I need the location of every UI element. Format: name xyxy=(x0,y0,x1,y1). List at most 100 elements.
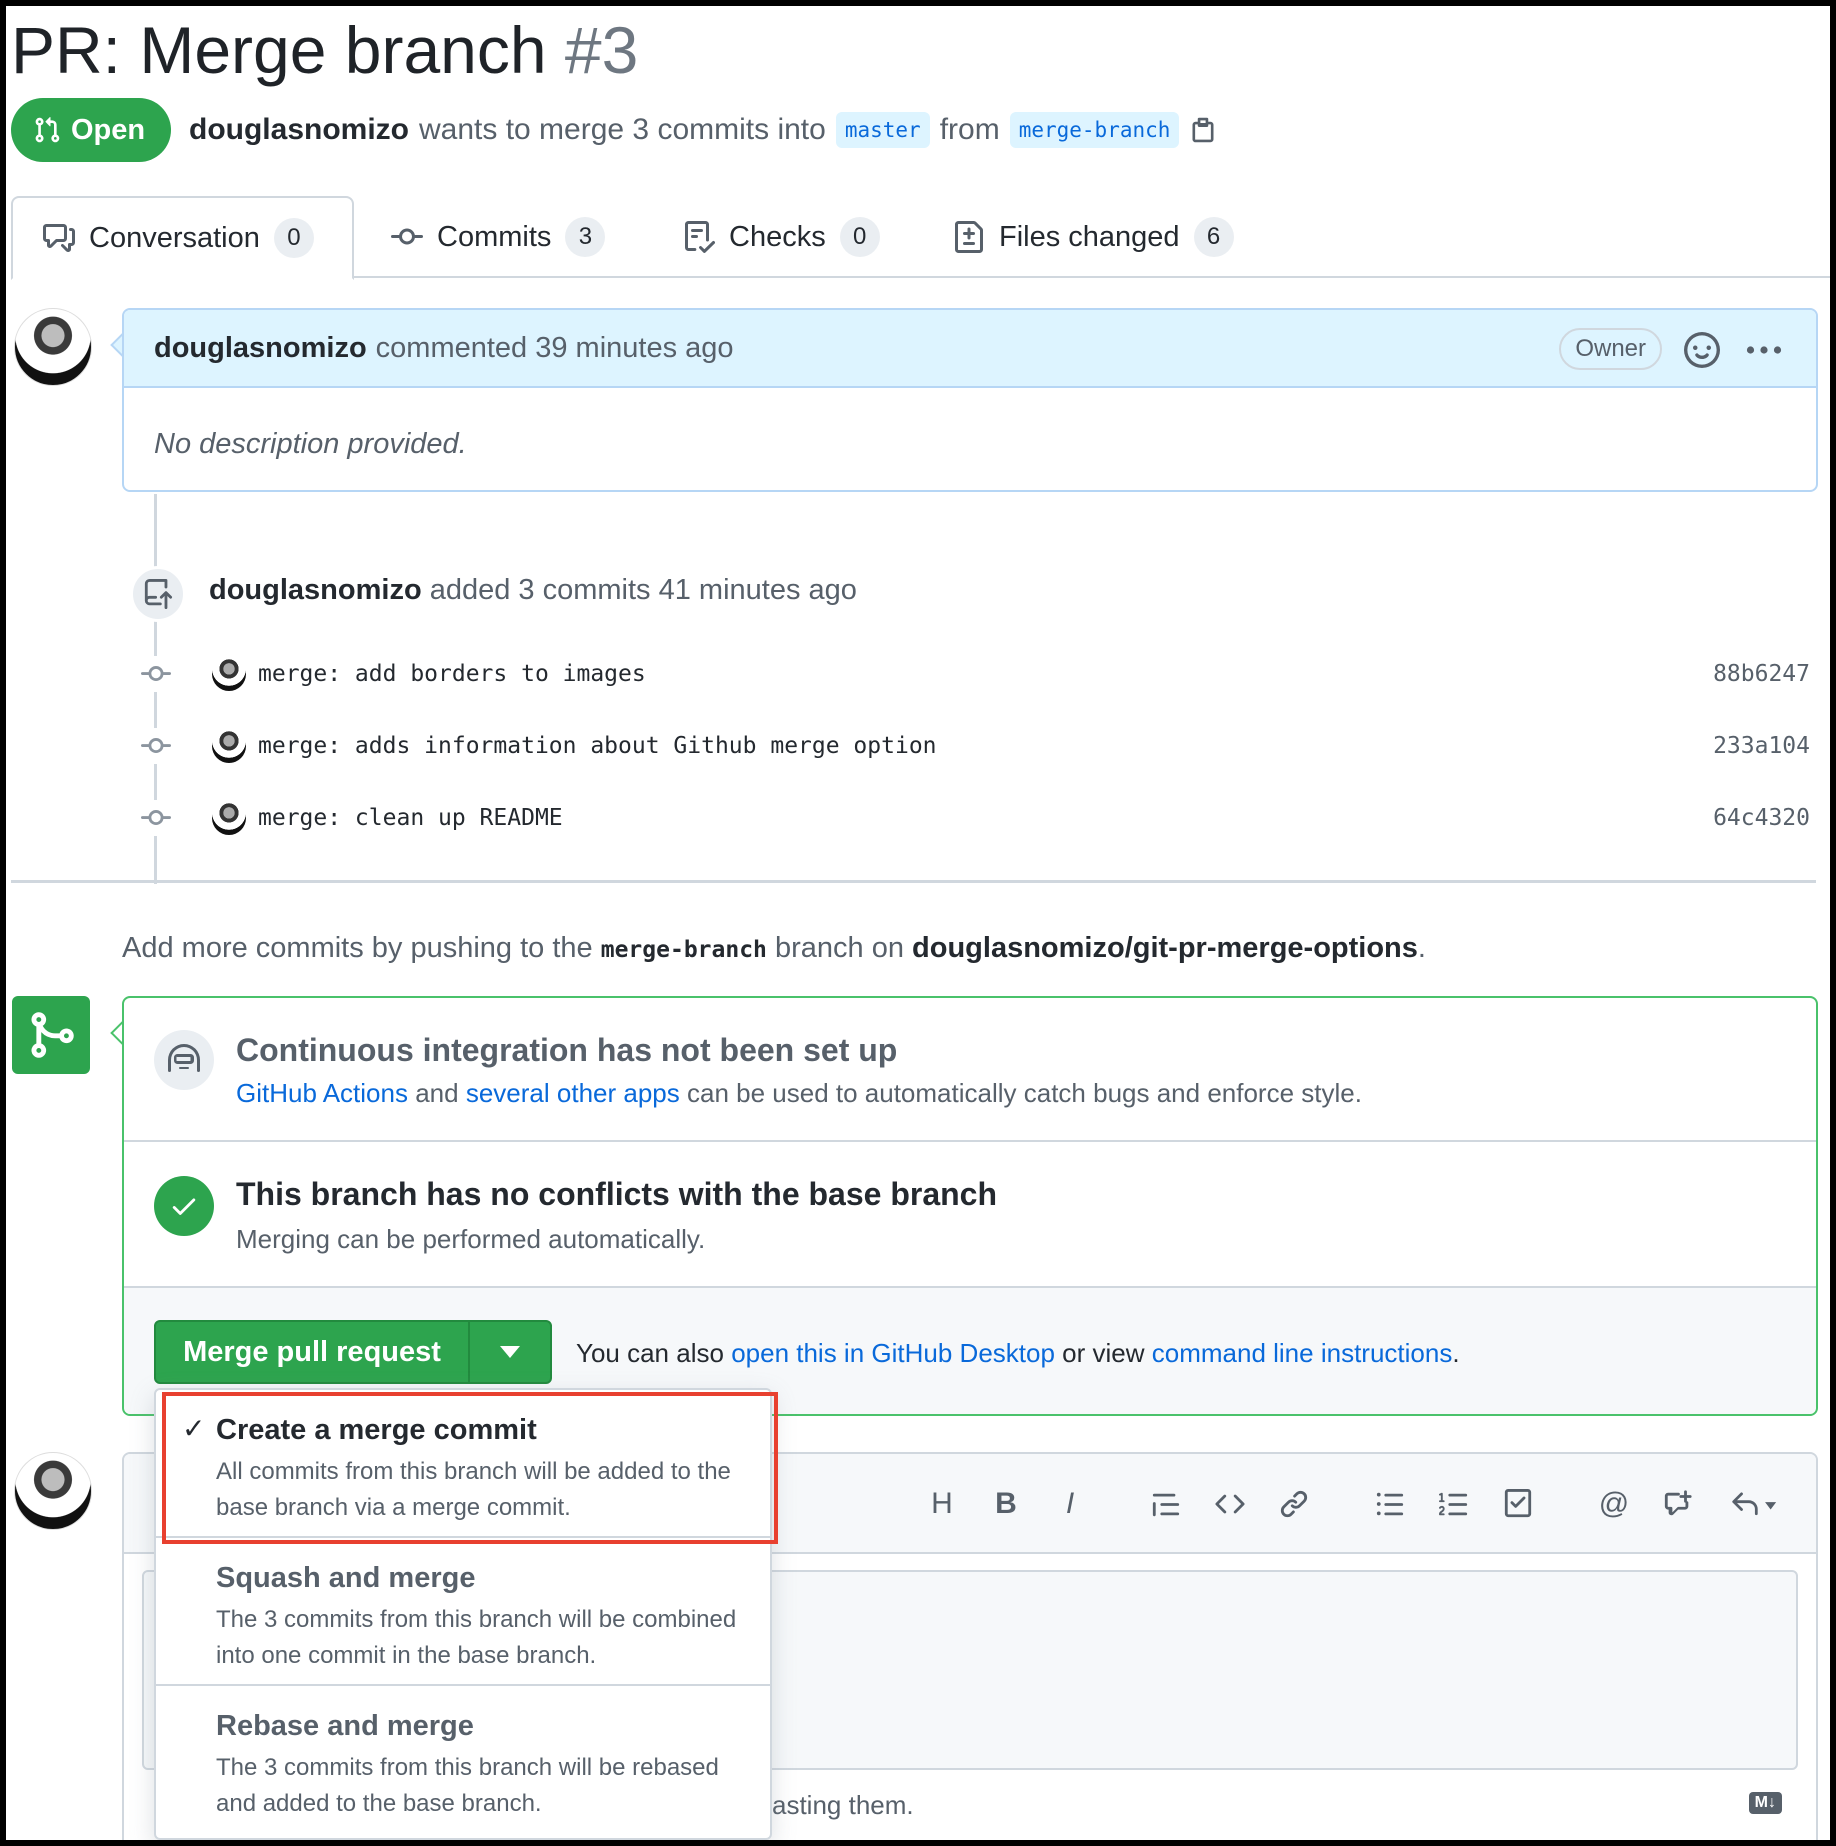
reply-icon[interactable] xyxy=(1724,1484,1784,1524)
pr-subtitle: douglasnomizo wants to merge 3 commits i… xyxy=(189,112,1217,148)
checklist-icon xyxy=(685,221,715,253)
repo-push-icon xyxy=(144,579,173,609)
cross-reference-icon[interactable] xyxy=(1658,1484,1698,1524)
pr-title-text: PR: Merge branch xyxy=(11,13,547,87)
timeline-divider xyxy=(11,880,1816,883)
commit-message[interactable]: merge: clean up README xyxy=(258,805,563,831)
commit-sha[interactable]: 88b6247 xyxy=(1713,661,1810,687)
pr-title: PR: Merge branch #3 xyxy=(11,12,638,88)
ci-subtitle: GitHub Actions and several other apps ca… xyxy=(236,1078,1362,1109)
status-badge: Open xyxy=(11,98,171,162)
tab-conversation[interactable]: Conversation 0 xyxy=(11,196,354,280)
commit-row: merge: add borders to images 88b6247 xyxy=(138,650,1810,698)
commit-row: merge: adds information about Github mer… xyxy=(138,722,1810,770)
merge-alternatives-text: You can also open this in GitHub Desktop… xyxy=(576,1338,1460,1369)
merge-pull-request-button[interactable]: Merge pull request xyxy=(156,1322,470,1382)
merge-option-title: Rebase and merge xyxy=(216,1710,474,1742)
push-event-author[interactable]: douglasnomizo xyxy=(209,574,422,606)
comment-meta[interactable]: commented 39 minutes ago xyxy=(376,332,734,365)
commit-icon xyxy=(391,228,423,245)
push-event-meta: added 3 commits 41 minutes ago xyxy=(429,574,857,606)
merge-option-description: The 3 commits from this branch will be c… xyxy=(216,1606,737,1669)
head-branch-label[interactable]: merge-branch xyxy=(1009,112,1180,148)
commit-icon xyxy=(138,800,174,836)
heading-icon[interactable]: H xyxy=(922,1484,962,1524)
commit-message[interactable]: merge: add borders to images xyxy=(258,661,646,687)
link-icon[interactable] xyxy=(1274,1484,1314,1524)
merge-box: Continuous integration has not been set … xyxy=(122,996,1818,1416)
pull-request-icon xyxy=(35,117,60,143)
merge-option-description: The 3 commits from this branch will be r… xyxy=(216,1754,719,1817)
tab-commits-count: 3 xyxy=(565,217,606,257)
merge-options-dropdown-button[interactable] xyxy=(470,1322,550,1382)
ci-and: and xyxy=(415,1078,459,1108)
check-icon: ✓ xyxy=(182,1413,206,1444)
tab-conversation-label: Conversation xyxy=(89,221,260,254)
ordered-list-icon[interactable] xyxy=(1434,1484,1474,1524)
mention-icon[interactable]: @ xyxy=(1594,1484,1634,1524)
page: PR: Merge branch #3 Open douglasnomizo w… xyxy=(6,6,1830,1840)
triangle-down-icon xyxy=(500,1346,520,1358)
markdown-icon[interactable]: M↓ xyxy=(1748,1792,1782,1814)
base-branch-label[interactable]: master xyxy=(835,112,930,148)
merge-button-group: Merge pull request xyxy=(154,1320,552,1384)
comment-author[interactable]: douglasnomizo xyxy=(154,332,367,365)
merge-option-create-merge-commit[interactable]: ✓ Create a merge commit All commits from… xyxy=(156,1390,770,1538)
author-link[interactable]: douglasnomizo xyxy=(189,113,409,147)
push-badge xyxy=(130,566,186,622)
avatar[interactable] xyxy=(14,308,92,386)
commit-avatar[interactable] xyxy=(212,729,246,763)
check-circle xyxy=(154,1176,214,1236)
github-actions-link[interactable]: GitHub Actions xyxy=(236,1078,408,1108)
merge-option-squash-and-merge[interactable]: Squash and merge The 3 commits from this… xyxy=(156,1538,770,1686)
merge-alt-prefix: You can also xyxy=(576,1338,724,1368)
hubot-icon xyxy=(168,1044,200,1072)
merge-option-rebase-and-merge[interactable]: Rebase and merge The 3 commits from this… xyxy=(156,1686,770,1834)
comment-box: douglasnomizo commented 39 minutes ago O… xyxy=(122,308,1818,492)
kebab-horizontal-icon[interactable] xyxy=(1746,340,1782,360)
conflicts-subtitle: Merging can be performed automatically. xyxy=(236,1224,706,1254)
code-icon[interactable] xyxy=(1210,1484,1250,1524)
pr-number: #3 xyxy=(564,13,639,87)
tab-checks[interactable]: Checks 0 xyxy=(683,196,880,278)
tab-files-changed[interactable]: Files changed 6 xyxy=(953,196,1234,278)
check-icon xyxy=(172,1198,196,1215)
commit-sha[interactable]: 233a104 xyxy=(1713,733,1810,759)
merge-alt-suffix: . xyxy=(1452,1338,1460,1368)
commit-avatar[interactable] xyxy=(212,657,246,691)
unordered-list-icon[interactable] xyxy=(1370,1484,1410,1524)
other-apps-link[interactable]: several other apps xyxy=(466,1078,680,1108)
ci-rest: can be used to automatically catch bugs … xyxy=(686,1078,1362,1108)
editor-hint: asting them. xyxy=(772,1790,914,1820)
avatar[interactable] xyxy=(14,1452,92,1530)
ci-title: Continuous integration has not been set … xyxy=(236,1032,898,1068)
commit-sha[interactable]: 64c4320 xyxy=(1713,805,1810,831)
tab-checks-label: Checks xyxy=(729,220,826,253)
tasklist-icon[interactable] xyxy=(1498,1484,1538,1524)
tab-files-changed-count: 6 xyxy=(1193,217,1234,257)
tab-commits-label: Commits xyxy=(437,220,552,253)
tab-commits[interactable]: Commits 3 xyxy=(391,196,606,278)
copy-icon[interactable] xyxy=(1189,115,1217,145)
add-more-branch: merge-branch xyxy=(600,937,767,963)
command-line-link[interactable]: command line instructions xyxy=(1152,1338,1453,1368)
github-desktop-link[interactable]: open this in GitHub Desktop xyxy=(731,1338,1055,1368)
commit-row: merge: clean up README 64c4320 xyxy=(138,794,1810,842)
commit-avatar[interactable] xyxy=(212,801,246,835)
smiley-icon[interactable] xyxy=(1684,332,1720,368)
quote-icon[interactable] xyxy=(1146,1484,1186,1524)
merge-option-description: All commits from this branch will be add… xyxy=(216,1458,731,1521)
add-more-suffix: . xyxy=(1417,932,1426,964)
push-event-text: douglasnomizo added 3 commits 41 minutes… xyxy=(209,574,857,607)
italic-icon[interactable]: I xyxy=(1050,1484,1090,1524)
bold-icon[interactable]: B xyxy=(986,1484,1026,1524)
conflicts-title: This branch has no conflicts with the ba… xyxy=(236,1176,998,1212)
comment-body: No description provided. xyxy=(154,428,467,460)
merge-alt-middle: or view xyxy=(1062,1338,1145,1368)
tab-checks-count: 0 xyxy=(839,217,880,257)
commit-message[interactable]: merge: adds information about Github mer… xyxy=(258,733,937,759)
owner-badge: Owner xyxy=(1559,328,1662,370)
merge-option-title: Squash and merge xyxy=(216,1562,476,1594)
from-text: from xyxy=(939,113,1000,146)
repo-link[interactable]: douglasnomizo/git-pr-merge-options xyxy=(912,932,1418,964)
